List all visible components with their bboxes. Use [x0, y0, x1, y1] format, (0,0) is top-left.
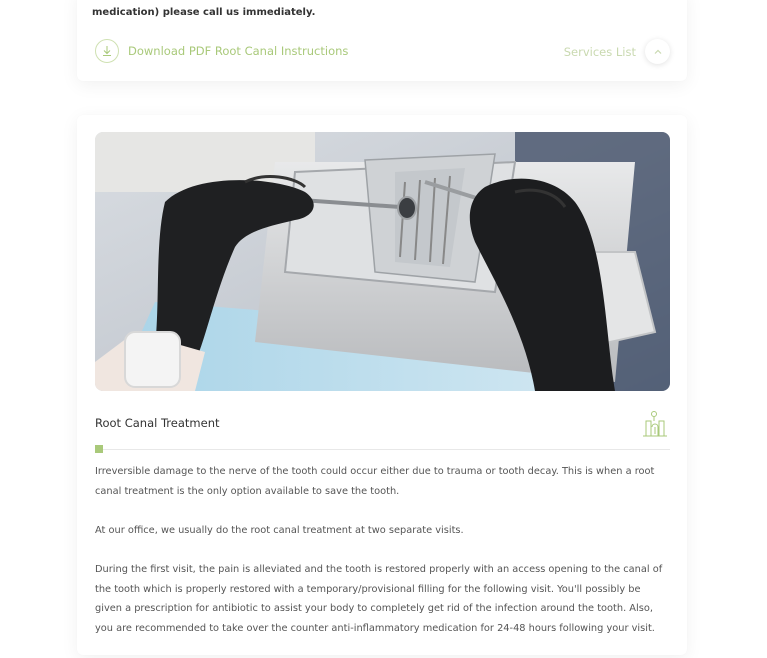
scroll-up-button[interactable]	[645, 39, 670, 64]
download-pdf-link[interactable]: Download PDF Root Canal Instructions	[95, 39, 348, 63]
previous-service-card: medication) please call us immediately. …	[77, 0, 687, 81]
dental-tools-photo	[95, 132, 670, 391]
root-canal-card: Root Canal Treatment Irreversible damage…	[77, 115, 687, 655]
services-list-label: Services List	[563, 44, 636, 59]
previous-card-text: medication) please call us immediately.	[92, 0, 677, 22]
description-paragraph: Irreversible damage to the nerve of the …	[95, 466, 655, 497]
download-icon	[95, 39, 119, 63]
title-divider-accent	[95, 445, 103, 453]
previous-card-text-line1	[92, 0, 677, 4]
chevron-up-icon	[654, 49, 661, 54]
title-divider	[95, 449, 670, 450]
service-description: Irreversible damage to the nerve of the …	[95, 462, 670, 658]
description-paragraph: At our office, we usually do the root ca…	[95, 524, 464, 536]
service-title-row: Root Canal Treatment	[95, 409, 670, 439]
tooth-treatment-icon	[643, 411, 667, 437]
previous-card-text-line2: medication) please call us immediately.	[92, 7, 316, 18]
services-list-link[interactable]: Services List	[564, 39, 670, 64]
service-title: Root Canal Treatment	[95, 416, 220, 430]
description-paragraph: During the first visit, the pain is alle…	[95, 563, 663, 634]
download-pdf-label: Download PDF Root Canal Instructions	[128, 44, 349, 58]
